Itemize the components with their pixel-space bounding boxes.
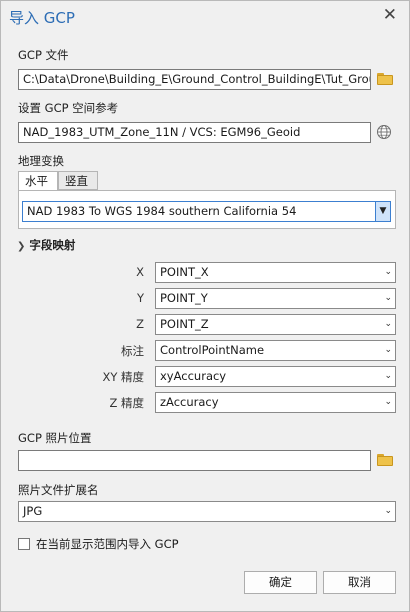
xy-accuracy-value: xyAccuracy: [160, 369, 227, 383]
field-mapping-title: 字段映射: [29, 238, 76, 252]
folder-icon[interactable]: [377, 73, 393, 85]
chevron-down-icon: ⌄: [384, 345, 392, 355]
dialog-title: 导入 GCP: [9, 9, 75, 27]
geo-transform-select[interactable]: NAD 1983 To WGS 1984 southern California…: [22, 201, 391, 222]
globe-icon[interactable]: [376, 124, 392, 140]
geo-transform-label: 地理变换: [18, 154, 64, 168]
chevron-down-icon: ⌄: [384, 293, 392, 303]
chevron-down-icon: ⌄: [384, 319, 392, 329]
photo-location-input[interactable]: [18, 450, 371, 471]
z-accuracy-value: zAccuracy: [160, 395, 219, 409]
geo-transform-value: NAD 1983 To WGS 1984 southern California…: [27, 204, 297, 218]
z-field-value: POINT_Z: [160, 317, 209, 331]
x-label: X: [136, 265, 144, 279]
chevron-down-icon: ⌄: [384, 267, 392, 277]
z-accuracy-select[interactable]: zAccuracy ⌄: [155, 392, 396, 413]
tab-horizontal[interactable]: 水平: [18, 171, 58, 191]
xy-accuracy-select[interactable]: xyAccuracy ⌄: [155, 366, 396, 387]
label-label: 标注: [121, 344, 144, 358]
chevron-down-icon: ⌄: [384, 371, 392, 381]
import-extent-label: 在当前显示范围内导入 GCP: [36, 537, 179, 551]
y-field-value: POINT_Y: [160, 291, 208, 305]
cancel-button[interactable]: 取消: [323, 571, 396, 594]
gcp-file-label: GCP 文件: [18, 48, 69, 62]
photo-ext-label: 照片文件扩展名: [18, 483, 99, 497]
z-field-select[interactable]: POINT_Z ⌄: [155, 314, 396, 335]
photo-ext-select[interactable]: JPG ⌄: [18, 501, 396, 522]
photo-location-label: GCP 照片位置: [18, 431, 92, 445]
folder-icon[interactable]: [377, 454, 393, 466]
spatial-ref-label: 设置 GCP 空间参考: [18, 101, 119, 115]
label-field-value: ControlPointName: [160, 343, 265, 357]
label-field-select[interactable]: ControlPointName ⌄: [155, 340, 396, 361]
photo-ext-value: JPG: [23, 504, 43, 518]
z-accuracy-label: Z 精度: [109, 396, 144, 410]
x-field-select[interactable]: POINT_X ⌄: [155, 262, 396, 283]
field-mapping-section[interactable]: ❯ 字段映射: [17, 237, 75, 253]
chevron-down-icon: ⌄: [384, 397, 392, 407]
spatial-ref-input[interactable]: NAD_1983_UTM_Zone_11N / VCS: EGM96_Geoid: [18, 122, 371, 143]
y-label: Y: [136, 291, 144, 305]
chevron-down-icon[interactable]: ▼: [375, 202, 390, 221]
z-label: Z: [136, 317, 144, 331]
gcp-file-input[interactable]: C:\Data\Drone\Building_E\Ground_Control_…: [18, 69, 371, 90]
import-extent-checkbox[interactable]: [18, 538, 30, 550]
chevron-down-icon[interactable]: ❯: [17, 241, 25, 252]
tab-vertical[interactable]: 竖直: [58, 171, 98, 190]
xy-accuracy-label: XY 精度: [102, 370, 144, 384]
import-gcp-dialog: 导入 GCP ✕ GCP 文件 C:\Data\Drone\Building_E…: [0, 0, 410, 612]
close-icon[interactable]: ✕: [383, 5, 397, 25]
y-field-select[interactable]: POINT_Y ⌄: [155, 288, 396, 309]
ok-button[interactable]: 确定: [244, 571, 317, 594]
chevron-down-icon: ⌄: [384, 506, 392, 516]
x-field-value: POINT_X: [160, 265, 209, 279]
